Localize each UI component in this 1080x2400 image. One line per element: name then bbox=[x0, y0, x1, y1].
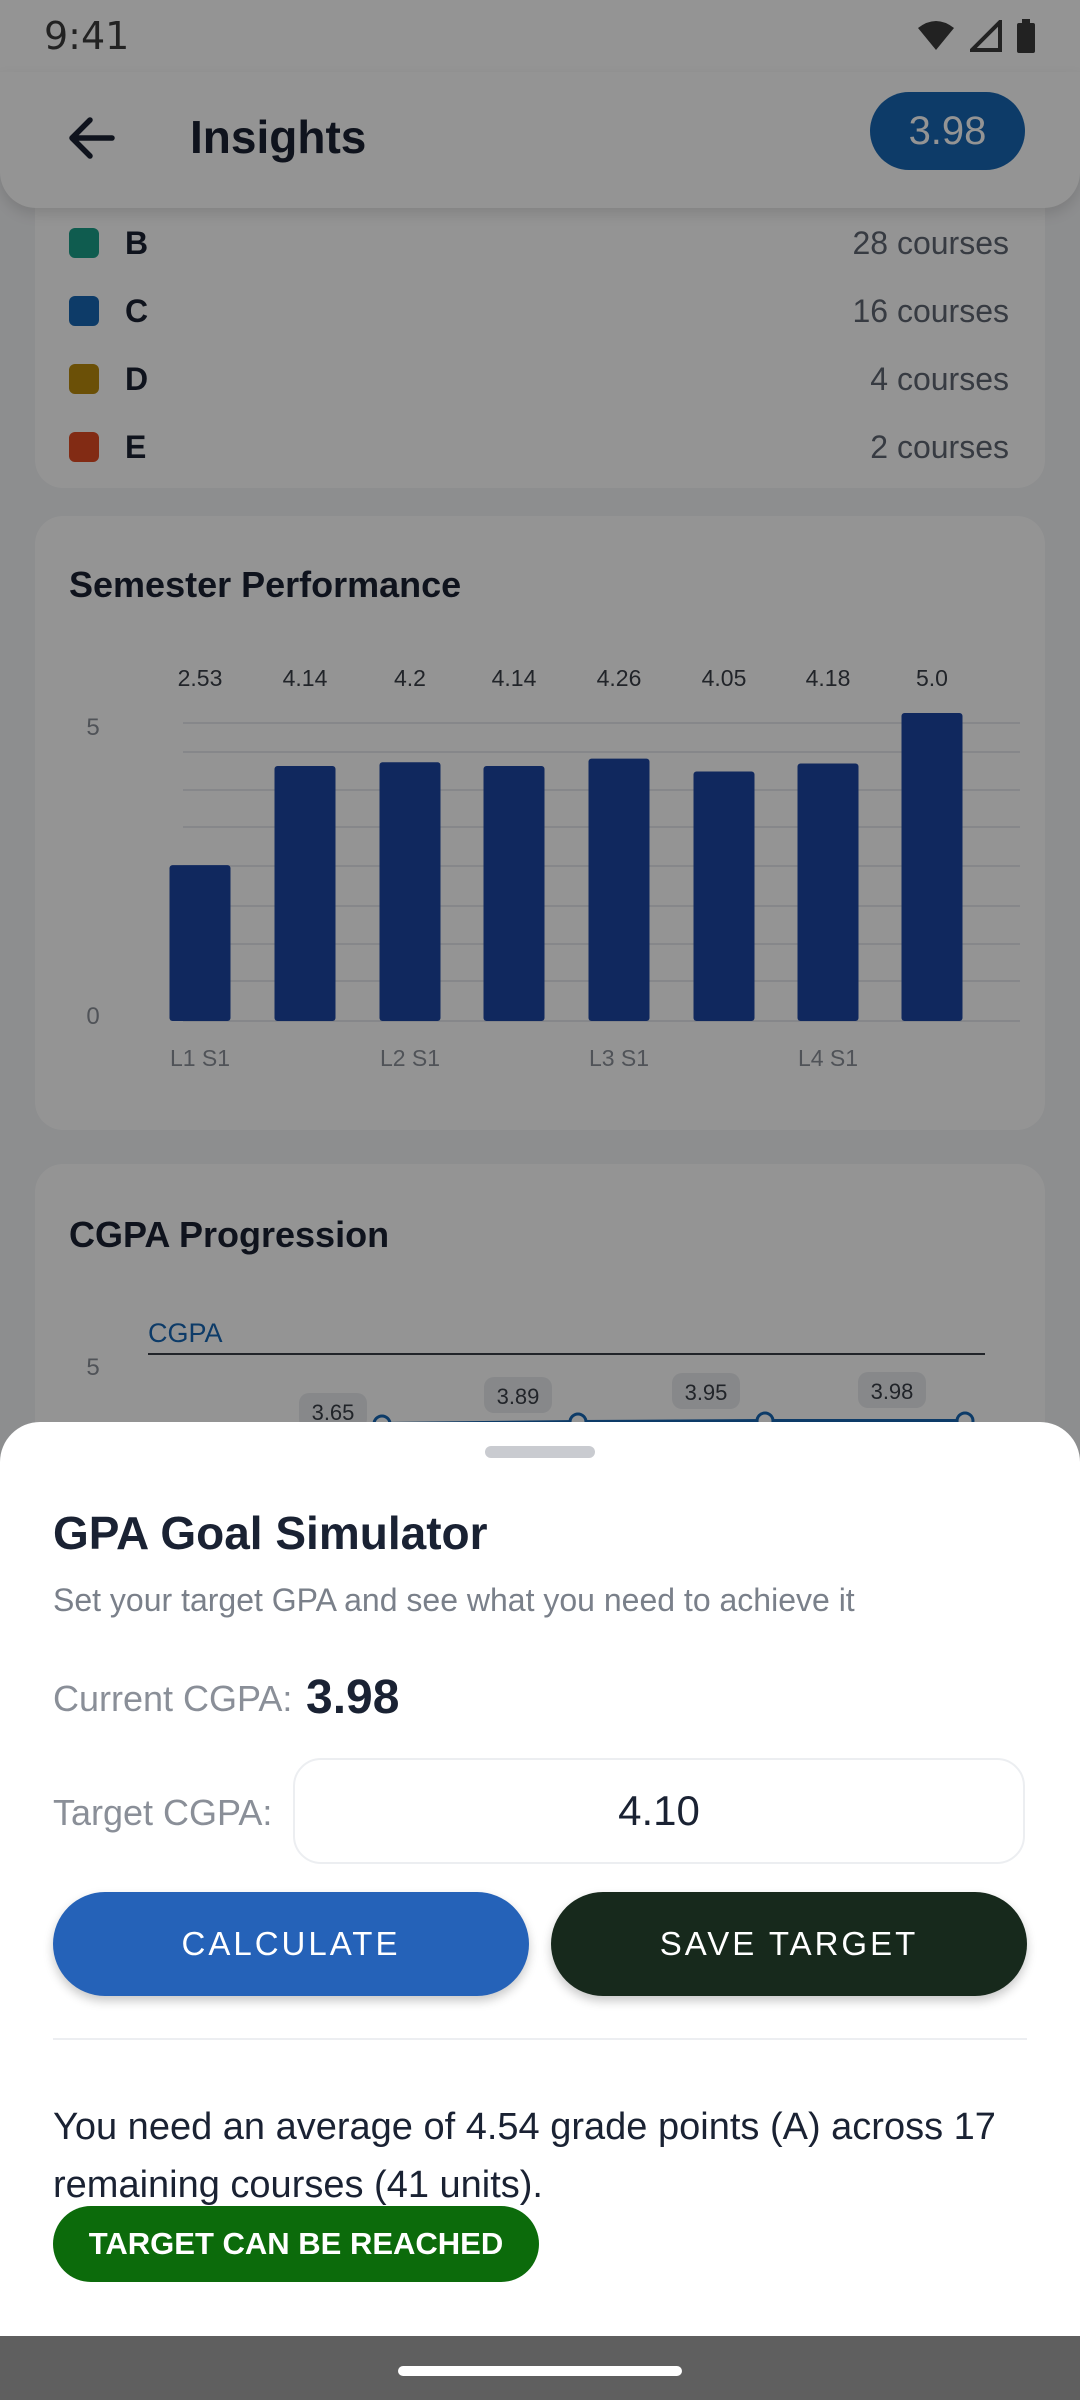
sheet-title: GPA Goal Simulator bbox=[53, 1507, 488, 1559]
sheet-subtitle: Set your target GPA and see what you nee… bbox=[53, 1582, 855, 1618]
gpa-goal-sheet: GPA Goal Simulator Set your target GPA a… bbox=[0, 1422, 1080, 2336]
current-cgpa-label: Current CGPA: bbox=[53, 1678, 293, 1719]
sheet-drag-handle[interactable] bbox=[485, 1446, 595, 1458]
save-target-button[interactable]: SAVE TARGET bbox=[551, 1892, 1027, 1996]
home-gesture-handle[interactable] bbox=[398, 2366, 682, 2376]
divider bbox=[53, 2038, 1027, 2040]
calculate-button[interactable]: CALCULATE bbox=[53, 1892, 529, 1996]
target-status-badge: TARGET CAN BE REACHED bbox=[53, 2206, 539, 2282]
current-cgpa-value: 3.98 bbox=[306, 1671, 400, 1724]
target-cgpa-input[interactable] bbox=[293, 1758, 1025, 1864]
system-navigation-bar bbox=[0, 2336, 1080, 2400]
target-cgpa-label: Target CGPA: bbox=[53, 1792, 273, 1833]
result-message: You need an average of 4.54 grade points… bbox=[53, 2106, 996, 2206]
